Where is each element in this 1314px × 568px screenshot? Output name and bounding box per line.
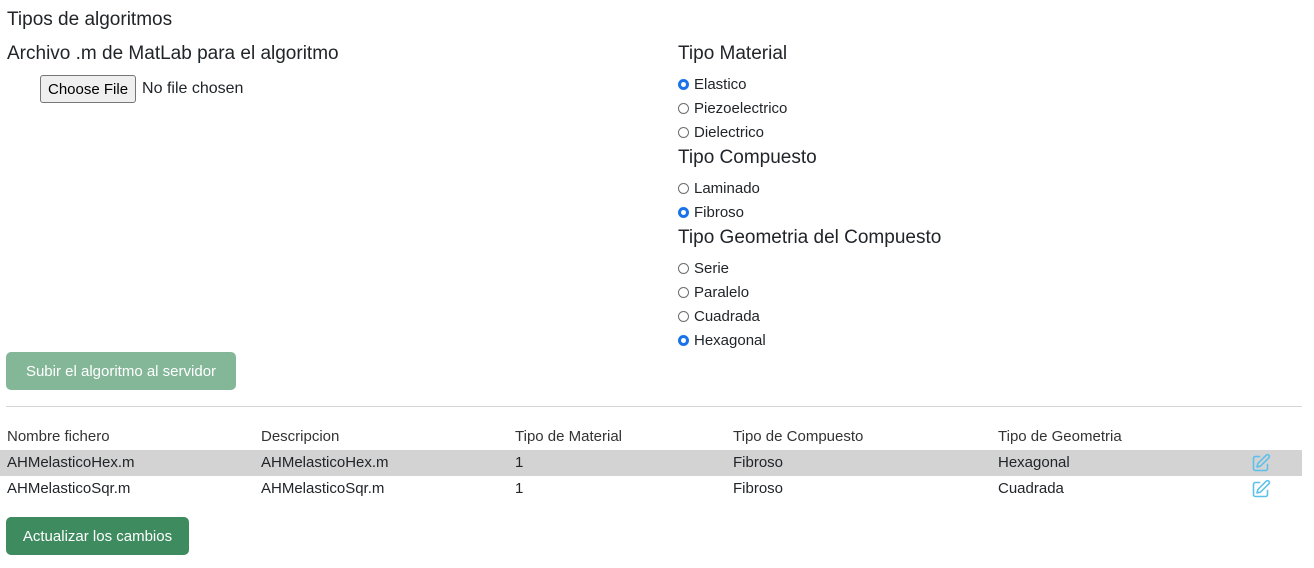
header-nombre-fichero: Nombre fichero [7,428,110,445]
cell-tipo-compuesto: Fibroso [733,454,784,471]
radio-label: Hexagonal [694,331,766,349]
file-section-title: Archivo .m de MatLab para el algoritmo [7,43,339,64]
radio-label: Laminado [694,179,760,197]
radio-paralelo[interactable]: Paralelo [678,280,766,304]
file-status: No file chosen [142,80,244,97]
header-tipo-geometria: Tipo de Geometria [998,428,1122,445]
algorithms-table: Nombre fichero Descripcion Tipo de Mater… [0,424,1302,502]
header-descripcion: Descripcion [261,428,340,445]
radio-button[interactable] [678,102,689,114]
radio-button[interactable] [678,126,689,138]
radio-cuadrada[interactable]: Cuadrada [678,304,766,328]
radio-dielectrico[interactable]: Dielectrico [678,120,787,144]
geometria-radio-group: Serie Paralelo Cuadrada Hexagonal [678,256,766,352]
material-radio-group: Elastico Piezoelectrico Dielectrico [678,72,787,144]
cell-tipo-compuesto: Fibroso [733,480,784,497]
radio-label: Cuadrada [694,307,760,325]
radio-label: Piezoelectrico [694,99,788,117]
cell-tipo-geometria: Cuadrada [998,480,1064,497]
divider [6,406,1302,407]
cell-tipo-geometria: Hexagonal [998,454,1070,471]
compuesto-radio-group: Laminado Fibroso [678,176,760,224]
cell-tipo-material: 1 [515,454,524,471]
radio-label: Dielectrico [694,123,765,141]
geometria-title: Tipo Geometria del Compuesto [678,227,942,248]
radio-piezoelectrico[interactable]: Piezoelectrico [678,96,787,120]
cell-nombre-fichero: AHMelasticoHex.m [7,454,135,471]
radio-button[interactable] [678,182,689,194]
compuesto-title: Tipo Compuesto [678,147,817,168]
cell-descripcion: AHMelasticoSqr.m [261,480,385,497]
table-header-row: Nombre fichero Descripcion Tipo de Mater… [0,424,1302,450]
radio-button[interactable] [678,78,689,90]
material-title: Tipo Material [678,43,788,64]
upload-algorithm-button[interactable]: Subir el algoritmo al servidor [6,352,236,390]
edit-icon[interactable] [1250,479,1271,500]
radio-label: Elastico [694,75,747,93]
radio-label: Paralelo [694,283,750,301]
radio-fibroso[interactable]: Fibroso [678,200,760,224]
cell-nombre-fichero: AHMelasticoSqr.m [7,480,131,497]
edit-icon[interactable] [1250,453,1271,474]
radio-label: Fibroso [694,203,745,221]
file-input[interactable]: Choose File No file chosen [40,75,243,103]
choose-file-button[interactable]: Choose File [40,75,137,103]
save-changes-button[interactable]: Actualizar los cambios [6,517,189,555]
radio-button[interactable] [678,310,689,322]
header-tipo-material: Tipo de Material [515,428,622,445]
table-row[interactable]: AHMelasticoSqr.m AHMelasticoSqr.m 1 Fibr… [0,476,1302,502]
radio-label: Serie [694,259,730,277]
radio-button[interactable] [678,334,689,346]
table-row[interactable]: AHMelasticoHex.m AHMelasticoHex.m 1 Fibr… [0,450,1302,476]
radio-serie[interactable]: Serie [678,256,766,280]
cell-tipo-material: 1 [515,480,524,497]
radio-button[interactable] [678,262,689,274]
cell-descripcion: AHMelasticoHex.m [261,454,389,471]
radio-button[interactable] [678,286,689,298]
radio-button[interactable] [678,206,689,218]
page-title: Tipos de algoritmos [7,9,173,30]
radio-elastico[interactable]: Elastico [678,72,787,96]
radio-laminado[interactable]: Laminado [678,176,760,200]
header-tipo-compuesto: Tipo de Compuesto [733,428,864,445]
radio-hexagonal[interactable]: Hexagonal [678,328,766,352]
